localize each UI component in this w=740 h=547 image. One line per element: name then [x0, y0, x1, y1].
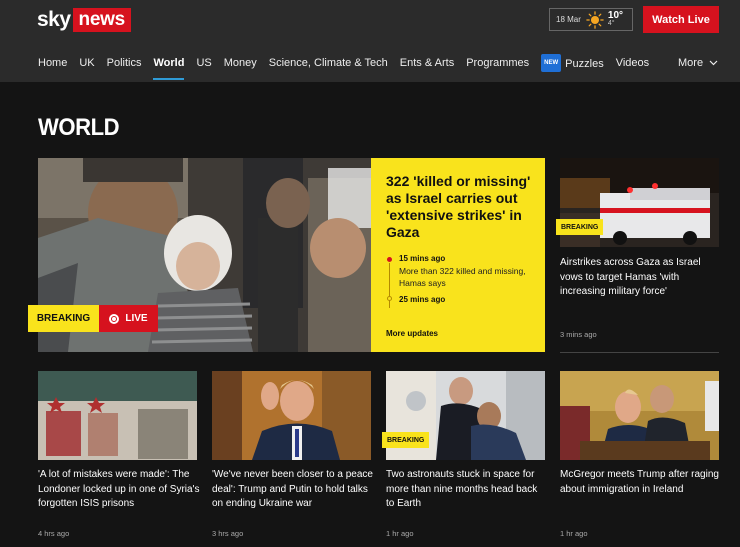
nav-item-home[interactable]: Home	[38, 55, 67, 71]
nav-item-puzzles[interactable]: NEW Puzzles	[541, 54, 604, 72]
nav-item-programmes[interactable]: Programmes	[466, 55, 529, 71]
card-time: 4 hrs ago	[38, 529, 70, 538]
divider	[560, 352, 719, 353]
nav-more-button[interactable]: More	[678, 55, 718, 71]
hero-story-panel[interactable]: 322 'killed or missing' as Israel carrie…	[371, 158, 545, 352]
breaking-badge: BREAKING	[556, 219, 604, 235]
nav-item-ents-arts[interactable]: Ents & Arts	[400, 55, 454, 71]
nav-item-science[interactable]: Science, Climate & Tech	[269, 55, 388, 71]
timeline-dot-icon	[387, 296, 392, 301]
nav-item-puzzles-label: Puzzles	[565, 57, 604, 70]
sky-news-logo[interactable]: sky news	[37, 8, 131, 32]
card-title[interactable]: McGregor meets Trump after raging about …	[560, 468, 722, 497]
side-story-title[interactable]: Airstrikes across Gaza as Israel vows to…	[560, 256, 720, 300]
nav-item-money[interactable]: Money	[224, 55, 257, 71]
sun-icon	[586, 10, 604, 29]
nav-item-uk[interactable]: UK	[79, 55, 94, 71]
main-nav: Home UK Politics World US Money Science,…	[38, 54, 661, 80]
hero-headline[interactable]: 322 'killed or missing' as Israel carrie…	[386, 173, 532, 241]
live-badge[interactable]: LIVE	[99, 305, 158, 332]
nav-item-politics[interactable]: Politics	[107, 55, 142, 71]
card-title[interactable]: Two astronauts stuck in space for more t…	[386, 468, 548, 512]
live-updates-timeline: 15 mins ago More than 322 killed and mis…	[386, 254, 532, 308]
new-badge: NEW	[541, 54, 562, 72]
weather-date: 18 Mar	[556, 15, 581, 24]
site-header: sky news 18 Mar 10° 4° Watch Live Home U…	[0, 0, 740, 82]
timeline-dot-icon	[386, 256, 393, 263]
more-updates-link[interactable]: More updates	[386, 329, 438, 338]
temp-low: 4°	[607, 19, 615, 27]
chevron-down-icon	[709, 60, 718, 66]
card-image[interactable]	[560, 371, 719, 460]
watch-live-button[interactable]: Watch Live	[643, 6, 719, 33]
logo-sky-text: sky	[37, 8, 71, 31]
card-time: 1 hr ago	[386, 529, 414, 538]
card-time: 1 hr ago	[560, 529, 588, 538]
temperature: 10° 4°	[607, 9, 624, 28]
breaking-badge: BREAKING	[28, 305, 99, 332]
update-time: 25 mins ago	[399, 295, 446, 304]
card-image[interactable]	[38, 371, 197, 460]
live-label: LIVE	[125, 313, 148, 324]
nav-item-us[interactable]: US	[196, 55, 211, 71]
nav-item-videos[interactable]: Videos	[616, 55, 649, 71]
page-title: WORLD	[38, 114, 120, 141]
card-title[interactable]: 'We've never been closer to a peace deal…	[212, 468, 374, 512]
temp-high: 10°	[607, 9, 624, 21]
logo-news-text: news	[72, 8, 131, 32]
card-title[interactable]: 'A lot of mistakes were made': The Londo…	[38, 468, 200, 512]
nav-more-label: More	[678, 57, 704, 69]
card-image[interactable]	[212, 371, 371, 460]
nav-item-world[interactable]: World	[153, 55, 184, 80]
breaking-badge: BREAKING	[382, 432, 430, 448]
update-text[interactable]: More than 322 killed and missing, Hamas …	[399, 265, 532, 289]
live-dot-icon	[109, 313, 120, 324]
update-time: 15 mins ago	[399, 254, 446, 263]
side-story-time: 3 mins ago	[560, 330, 597, 339]
weather-widget[interactable]: 18 Mar 10° 4°	[549, 8, 633, 31]
card-time: 3 hrs ago	[212, 529, 244, 538]
